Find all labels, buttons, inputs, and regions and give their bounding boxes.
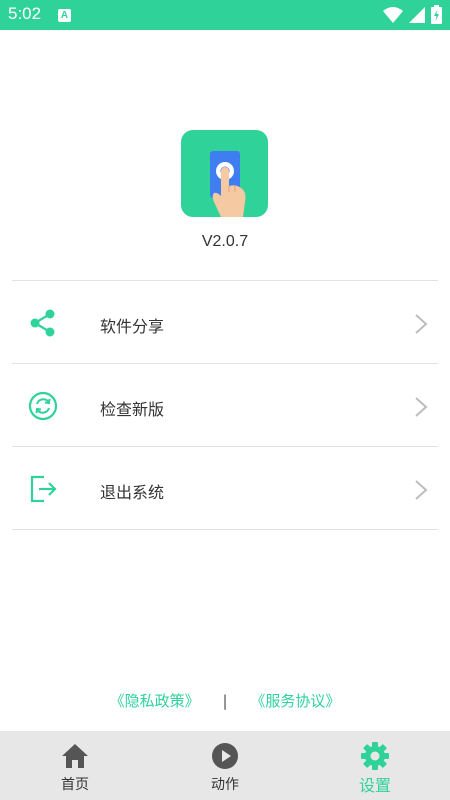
- status-time: 5:02: [8, 4, 42, 23]
- status-icons: [383, 5, 442, 24]
- menu-label-exit: 退出系统: [100, 483, 165, 502]
- app-version: V2.0.7: [201, 233, 249, 250]
- exit-icon: [30, 475, 57, 503]
- hand-tap-phone-icon: [210, 151, 246, 217]
- chevron-right-icon: [415, 314, 428, 334]
- tab-label-settings: 设置: [358, 776, 391, 795]
- menu-label-check-update: 检查新版: [100, 400, 165, 419]
- signal-icon: [409, 6, 425, 23]
- settings-menu: 软件分享 检查新版 退出系统: [12, 280, 438, 530]
- link-separator: |: [222, 692, 228, 710]
- tab-action[interactable]: 动作: [150, 731, 300, 800]
- play-icon: [212, 743, 238, 769]
- privacy-policy-link[interactable]: 《隐私政策》: [110, 692, 200, 710]
- status-bar: 5:02 A: [0, 0, 450, 30]
- tab-label-action: 动作: [211, 777, 239, 793]
- notification-badge: A: [58, 9, 71, 22]
- menu-item-exit[interactable]: 退出系统: [12, 447, 438, 530]
- share-icon: [30, 309, 55, 337]
- chevron-right-icon: [415, 397, 428, 417]
- app-logo: [181, 130, 268, 217]
- chevron-right-icon: [415, 480, 428, 500]
- bottom-tab-bar: 首页 动作 设置: [0, 731, 450, 800]
- tab-settings[interactable]: 设置: [300, 731, 450, 800]
- footer-links: 《隐私政策》 | 《服务协议》: [0, 690, 450, 711]
- wifi-icon: [383, 6, 403, 23]
- service-agreement-link[interactable]: 《服务协议》: [250, 692, 340, 710]
- tab-home[interactable]: 首页: [0, 731, 150, 800]
- menu-item-check-update[interactable]: 检查新版: [12, 364, 438, 447]
- refresh-icon: [28, 391, 58, 421]
- battery-charging-icon: [431, 5, 442, 24]
- gear-icon: [361, 742, 389, 770]
- tab-label-home: 首页: [61, 777, 89, 793]
- home-icon: [62, 744, 88, 768]
- menu-label-share: 软件分享: [100, 317, 165, 336]
- menu-item-share[interactable]: 软件分享: [12, 281, 438, 364]
